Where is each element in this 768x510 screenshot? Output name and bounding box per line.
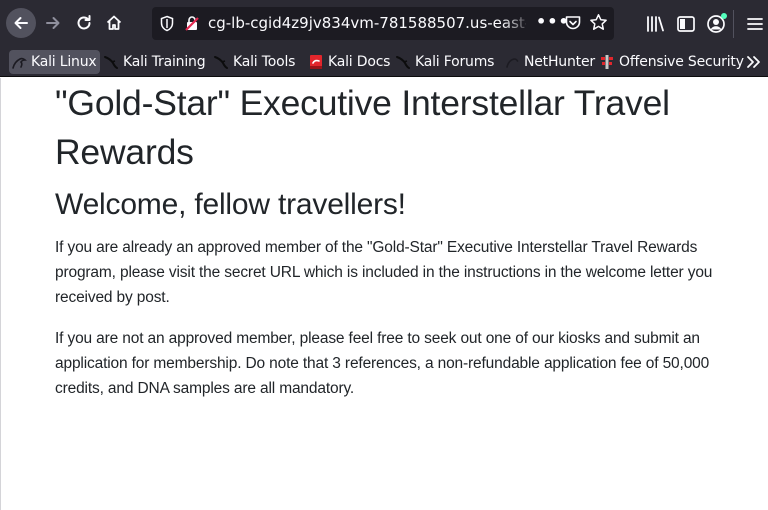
bookmark-label: Kali Forums <box>415 54 495 70</box>
nethunter-icon <box>506 58 519 68</box>
arrow-right-icon <box>46 17 60 29</box>
offsec-icon <box>601 55 613 69</box>
member-instructions-paragraph: If you are already an approved member of… <box>55 239 713 306</box>
account-badge-dot <box>721 13 727 19</box>
navigation-toolbar: cg-lb-cgid4z9jv834vm-781588507.us-east-1… <box>0 0 768 47</box>
kali-dragon-icon <box>214 56 228 69</box>
sidebar-icon[interactable] <box>675 13 697 35</box>
bookmark-label: Kali Docs <box>328 54 391 70</box>
bookmark-nethunter[interactable]: NetHunter <box>502 50 599 74</box>
pocket-icon[interactable] <box>564 14 582 32</box>
tracking-protection-shield-icon[interactable] <box>159 15 175 32</box>
forward-button[interactable] <box>38 8 68 38</box>
welcome-heading: Welcome, fellow travellers! <box>55 188 406 221</box>
home-button[interactable] <box>99 8 129 38</box>
kali-dragon-icon <box>396 56 410 69</box>
toolbar-separator <box>733 10 734 38</box>
page-title: "Gold-Star" Executive Interstellar Trave… <box>55 83 670 172</box>
library-icon[interactable] <box>644 13 666 35</box>
page-content: "Gold-Star" Executive Interstellar Trave… <box>55 78 735 401</box>
url-text[interactable]: cg-lb-cgid4z9jv834vm-781588507.us-east-1… <box>208 13 526 34</box>
bookmark-kali-docs[interactable]: Kali Docs <box>306 50 394 74</box>
bookmark-label: Kali Linux <box>31 54 97 70</box>
bookmark-star-icon[interactable] <box>589 13 608 32</box>
bookmark-kali-linux[interactable]: Kali Linux <box>9 50 101 74</box>
back-button[interactable] <box>6 8 36 38</box>
bookmark-label: Kali Training <box>123 54 206 70</box>
hamburger-menu-icon[interactable] <box>744 13 766 35</box>
arrow-left-icon <box>14 17 28 29</box>
bookmark-offensive-security[interactable]: Offensive Security <box>597 50 748 74</box>
reload-icon <box>77 15 91 30</box>
bookmark-kali-tools[interactable]: Kali Tools <box>211 50 299 74</box>
page-viewport: "Gold-Star" Executive Interstellar Trave… <box>0 78 768 510</box>
bookmark-label: NetHunter <box>524 54 595 70</box>
kali-dragon-icon <box>12 57 27 69</box>
kali-docs-icon <box>310 55 322 69</box>
insecure-lock-icon[interactable] <box>184 15 200 32</box>
bookmark-label: Offensive Security <box>619 54 744 70</box>
page-actions-more-icon[interactable]: ••• <box>536 12 569 34</box>
kali-dragon-icon <box>104 56 118 69</box>
bookmark-kali-training[interactable]: Kali Training <box>101 50 209 74</box>
bookmarks-toolbar: Kali Linux Kali Training Kali Tools Kali… <box>0 47 768 77</box>
bookmark-kali-forums[interactable]: Kali Forums <box>393 50 498 74</box>
bookmarks-overflow-chevron-icon[interactable] <box>744 53 764 71</box>
url-fade <box>502 11 532 36</box>
application-instructions-paragraph: If you are not an approved member, pleas… <box>55 330 710 397</box>
address-bar[interactable]: cg-lb-cgid4z9jv834vm-781588507.us-east-1… <box>152 7 614 40</box>
bookmark-label: Kali Tools <box>233 54 296 70</box>
home-icon <box>106 15 122 30</box>
reload-button[interactable] <box>69 8 99 38</box>
